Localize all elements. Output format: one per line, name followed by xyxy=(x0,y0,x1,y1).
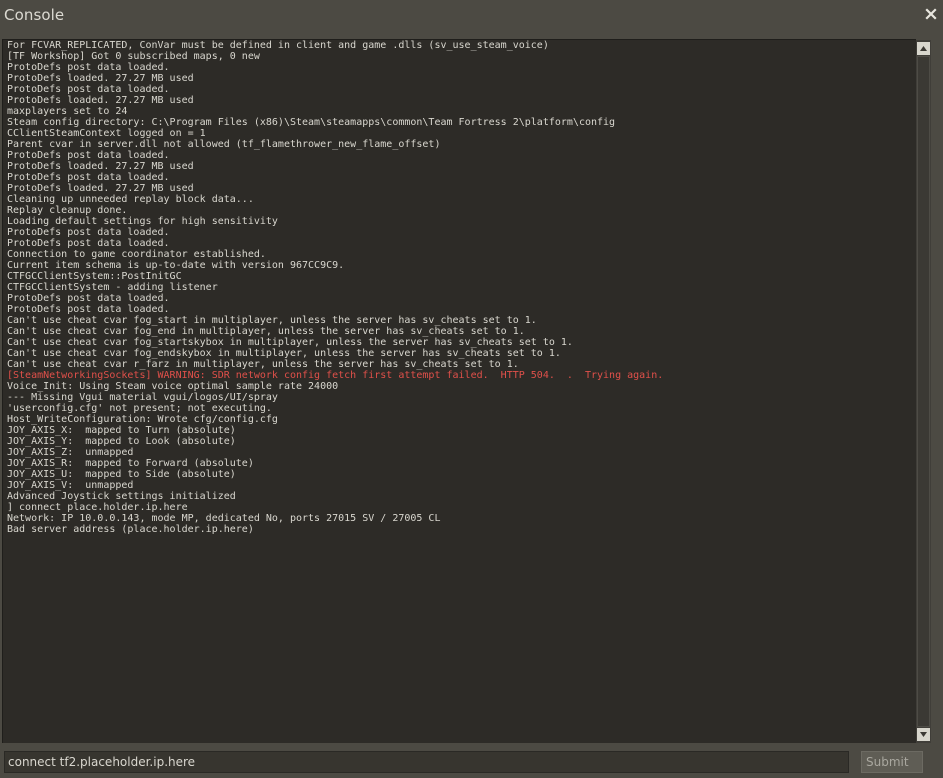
console-line: ProtoDefs post data loaded. xyxy=(7,150,170,161)
console-line: Can't use cheat cvar fog_start in multip… xyxy=(7,315,537,326)
close-button[interactable] xyxy=(922,5,940,23)
console-line: CTFGCClientSystem::PostInitGC xyxy=(7,271,182,282)
console-line: --- Missing Vgui material vgui/logos/UI/… xyxy=(7,392,278,403)
console-line: ProtoDefs post data loaded. xyxy=(7,293,170,304)
submit-button[interactable]: Submit xyxy=(861,751,923,773)
console-line: Can't use cheat cvar r_farz in multiplay… xyxy=(7,359,519,370)
console-line: Steam config directory: C:\Program Files… xyxy=(7,117,616,128)
console-line: ProtoDefs loaded. 27.27 MB used xyxy=(7,161,194,172)
console-line: [TF Workshop] Got 0 subscribed maps, 0 n… xyxy=(7,51,260,62)
console-line: Can't use cheat cvar fog_startskybox in … xyxy=(7,337,573,348)
console-line: ProtoDefs post data loaded. xyxy=(7,172,170,183)
window-title: Console xyxy=(4,6,65,24)
console-line: ProtoDefs post data loaded. xyxy=(7,227,170,238)
console-line: ProtoDefs loaded. 27.27 MB used xyxy=(7,183,194,194)
arrow-down-icon xyxy=(917,728,930,741)
vertical-scrollbar[interactable] xyxy=(916,40,931,743)
console-line: ProtoDefs post data loaded. xyxy=(7,238,170,249)
console-line: ProtoDefs post data loaded. xyxy=(7,84,170,95)
console-line: JOY_AXIS_X: mapped to Turn (absolute) xyxy=(7,425,236,436)
console-line: Advanced Joystick settings initialized xyxy=(7,491,236,502)
console-line: ] connect place.holder.ip.here xyxy=(7,502,188,513)
console-line: maxplayers set to 24 xyxy=(7,106,128,117)
console-line: JOY_AXIS_Y: mapped to Look (absolute) xyxy=(7,436,236,447)
scroll-down-button[interactable] xyxy=(917,728,930,741)
console-line: CTFGCClientSystem - adding listener xyxy=(7,282,218,293)
console-line: ProtoDefs loaded. 27.27 MB used xyxy=(7,73,194,84)
console-line: JOY_AXIS_V: unmapped xyxy=(7,480,134,491)
console-lines: For FCVAR_REPLICATED, ConVar must be def… xyxy=(7,40,912,535)
console-line: Can't use cheat cvar fog_end in multipla… xyxy=(7,326,525,337)
console-line: ProtoDefs loaded. 27.27 MB used xyxy=(7,95,194,106)
scroll-up-button[interactable] xyxy=(917,42,930,55)
title-bar[interactable]: Console xyxy=(0,0,943,32)
console-line: Bad server address (place.holder.ip.here… xyxy=(7,524,254,535)
console-line: Host_WriteConfiguration: Wrote cfg/confi… xyxy=(7,414,278,425)
console-line: Connection to game coordinator establish… xyxy=(7,249,266,260)
close-icon xyxy=(922,5,940,23)
console-line: 'userconfig.cfg' not present; not execut… xyxy=(7,403,272,414)
arrow-up-icon xyxy=(917,42,930,55)
scroll-thumb[interactable] xyxy=(918,57,929,726)
console-window: Console For FCVAR_REPLICATED, ConVar mus… xyxy=(0,0,943,778)
console-line: ProtoDefs post data loaded. xyxy=(7,304,170,315)
console-line: JOY_AXIS_Z: unmapped xyxy=(7,447,134,458)
console-line: Network: IP 10.0.0.143, mode MP, dedicat… xyxy=(7,513,441,524)
console-line: JOY_AXIS_R: mapped to Forward (absolute) xyxy=(7,458,254,469)
command-input[interactable] xyxy=(4,751,849,773)
console-line: Can't use cheat cvar fog_endskybox in mu… xyxy=(7,348,561,359)
console-line: CClientSteamContext logged on = 1 xyxy=(7,128,206,139)
console-line: Cleaning up unneeded replay block data..… xyxy=(7,194,254,205)
console-line: Parent cvar in server.dll not allowed (t… xyxy=(7,139,441,150)
console-line: Current item schema is up-to-date with v… xyxy=(7,260,345,271)
console-line-warning: [SteamNetworkingSockets] WARNING: SDR ne… xyxy=(7,370,664,381)
console-output[interactable]: For FCVAR_REPLICATED, ConVar must be def… xyxy=(2,39,916,743)
console-line: Replay cleanup done. xyxy=(7,205,128,216)
console-line: ProtoDefs post data loaded. xyxy=(7,62,170,73)
console-line: Loading default settings for high sensit… xyxy=(7,216,278,227)
console-line: JOY_AXIS_U: mapped to Side (absolute) xyxy=(7,469,236,480)
console-line: For FCVAR_REPLICATED, ConVar must be def… xyxy=(7,40,549,51)
console-line: Voice_Init: Using Steam voice optimal sa… xyxy=(7,381,339,392)
